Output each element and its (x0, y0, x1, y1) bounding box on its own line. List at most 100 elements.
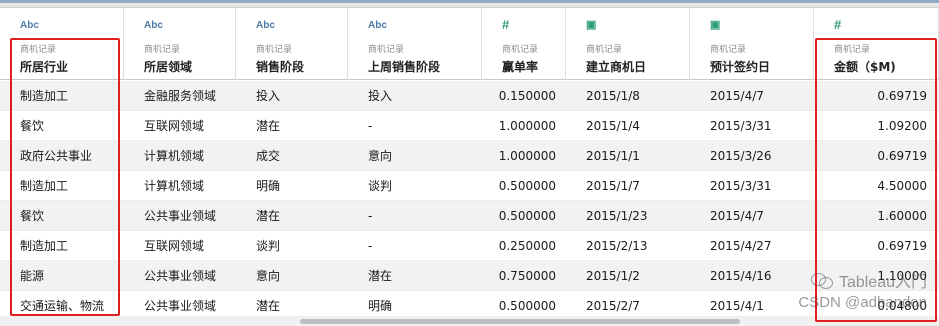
table-cell: 0.150000 (498, 89, 556, 103)
table-row[interactable]: 政府公共事业 计算机领域 成交 意向 1.000000 2015/1/1 2015/3/26… (0, 141, 939, 171)
table-cell: 计算机领域 (144, 149, 205, 163)
column-header-2[interactable]: Abc 商机记录所居领域 (124, 8, 236, 80)
column-header-7[interactable]: ▣ 商机记录预计签约日 (690, 8, 814, 80)
table-cell: 潜在 (368, 269, 393, 283)
column-source-label: 商机记录 (368, 45, 405, 55)
table-cell: - (368, 209, 373, 223)
number-type-icon[interactable]: # (834, 17, 841, 32)
table-cell: 2015/4/7 (710, 89, 764, 103)
table-cell: 投入 (368, 89, 393, 103)
table-cell: 2015/3/26 (710, 149, 772, 163)
column-name: 所居行业 (20, 60, 69, 74)
column-header-1[interactable]: Abc 商机记录所居行业 (0, 8, 124, 80)
table-cell: 制造加工 (20, 179, 69, 193)
table-cell: 2015/1/8 (586, 89, 640, 103)
grid-top-bar (0, 0, 939, 8)
table-cell: 谈判 (256, 239, 281, 253)
table-cell: 计算机领域 (144, 179, 205, 193)
table-cell: 0.500000 (498, 179, 556, 193)
table-cell: 1.000000 (498, 119, 556, 133)
table-cell: 2015/2/13 (586, 239, 648, 253)
column-name: 金额（$M) (834, 60, 896, 74)
table-cell: 公共事业领域 (144, 269, 217, 283)
table-cell: 制造加工 (20, 239, 69, 253)
table-cell: 能源 (20, 269, 45, 283)
string-type-icon[interactable]: Abc (20, 20, 39, 31)
table-cell: 1.10000 (877, 269, 927, 283)
table-cell: 成交 (256, 149, 281, 163)
column-name: 建立商机日 (586, 60, 647, 74)
table-cell: 0.69719 (877, 239, 927, 253)
table-row[interactable]: 餐饮 公共事业领域 潜在 - 0.500000 2015/1/23 2015/4/7 1.60… (0, 201, 939, 231)
table-cell: 投入 (256, 89, 281, 103)
table-cell: 潜在 (256, 119, 281, 133)
column-header-row: Abc 商机记录所居行业 Abc 商机记录所居领域 Abc 商机记录销售阶段 Abc 商机记录… (0, 8, 939, 80)
table-cell: 0.500000 (498, 209, 556, 223)
column-source-label: 商机记录 (502, 45, 539, 55)
table-cell: 公共事业领域 (144, 209, 217, 223)
table-row[interactable]: 餐饮 互联网领域 潜在 - 1.000000 2015/1/4 2015/3/31 1.092… (0, 111, 939, 141)
table-cell: 互联网领域 (144, 119, 205, 133)
column-header-3[interactable]: Abc 商机记录销售阶段 (236, 8, 348, 80)
table-cell: 2015/1/23 (586, 209, 648, 223)
table-row[interactable]: 制造加工 计算机领域 明确 谈判 0.500000 2015/1/7 2015/3/31 4.… (0, 171, 939, 201)
data-preview-grid: Abc 商机记录所居行业 Abc 商机记录所居领域 Abc 商机记录销售阶段 Abc 商机记录… (0, 0, 939, 326)
table-cell: 2015/1/7 (586, 179, 640, 193)
horizontal-scrollbar[interactable] (0, 316, 939, 326)
table-row[interactable]: 制造加工 金融服务领域 投入 投入 0.150000 2015/1/8 2015/4/7 0.… (0, 81, 939, 111)
column-name: 上周销售阶段 (368, 60, 441, 74)
column-source-label: 商机记录 (20, 45, 57, 55)
table-cell: 1.09200 (877, 119, 927, 133)
date-type-icon[interactable]: ▣ (586, 18, 596, 31)
number-type-icon[interactable]: # (502, 17, 509, 32)
column-header-6[interactable]: ▣ 商机记录建立商机日 (566, 8, 690, 80)
table-cell: 互联网领域 (144, 239, 205, 253)
table-cell: 金融服务领域 (144, 89, 217, 103)
string-type-icon[interactable]: Abc (256, 20, 275, 31)
table-cell: 2015/4/16 (710, 269, 772, 283)
table-cell: 2015/4/27 (710, 239, 772, 253)
table-cell: - (368, 119, 373, 133)
table-cell: 2015/4/7 (710, 209, 764, 223)
table-row[interactable]: 能源 公共事业领域 意向 潜在 0.750000 2015/1/2 2015/4/16 1.1… (0, 261, 939, 291)
scrollbar-thumb[interactable] (300, 319, 740, 324)
table-cell: 1.60000 (877, 209, 927, 223)
table-cell: 餐饮 (20, 209, 45, 223)
table-cell: 谈判 (368, 179, 393, 193)
table-cell: 0.250000 (498, 239, 556, 253)
table-cell: 0.69719 (877, 89, 927, 103)
string-type-icon[interactable]: Abc (368, 20, 387, 31)
column-source-label: 商机记录 (834, 45, 871, 55)
table-cell: 制造加工 (20, 89, 69, 103)
column-header-8[interactable]: # 商机记录金额（$M) (814, 8, 939, 80)
column-source-label: 商机记录 (144, 45, 181, 55)
table-cell: 2015/3/31 (710, 179, 772, 193)
string-type-icon[interactable]: Abc (144, 20, 163, 31)
table-cell: 1.000000 (498, 149, 556, 163)
column-header-5[interactable]: # 商机记录赢单率 (482, 8, 566, 80)
table-cell: 潜在 (256, 209, 281, 223)
table-cell: 意向 (368, 149, 393, 163)
column-header-4[interactable]: Abc 商机记录上周销售阶段 (348, 8, 482, 80)
grid-top-accent (0, 0, 939, 3)
table-cell: 政府公共事业 (20, 149, 93, 163)
table-cell: 4.50000 (877, 179, 927, 193)
column-name: 所居领域 (144, 60, 193, 74)
column-source-label: 商机记录 (256, 45, 293, 55)
column-name: 销售阶段 (256, 60, 305, 74)
table-cell: - (368, 239, 373, 253)
table-cell: 意向 (256, 269, 281, 283)
table-cell: 2015/1/2 (586, 269, 640, 283)
table-cell: 0.750000 (498, 269, 556, 283)
table-cell: 2015/1/4 (586, 119, 640, 133)
column-source-label: 商机记录 (586, 45, 623, 55)
column-name: 赢单率 (502, 60, 539, 74)
column-name: 预计签约日 (710, 60, 771, 74)
table-cell: 明确 (256, 179, 281, 193)
table-cell: 餐饮 (20, 119, 45, 133)
date-type-icon[interactable]: ▣ (710, 18, 720, 31)
table-cell: 2015/3/31 (710, 119, 772, 133)
table-row[interactable]: 制造加工 互联网领域 谈判 - 0.250000 2015/2/13 2015/4/27 0.… (0, 231, 939, 261)
column-source-label: 商机记录 (710, 45, 747, 55)
table-cell: 2015/1/1 (586, 149, 640, 163)
